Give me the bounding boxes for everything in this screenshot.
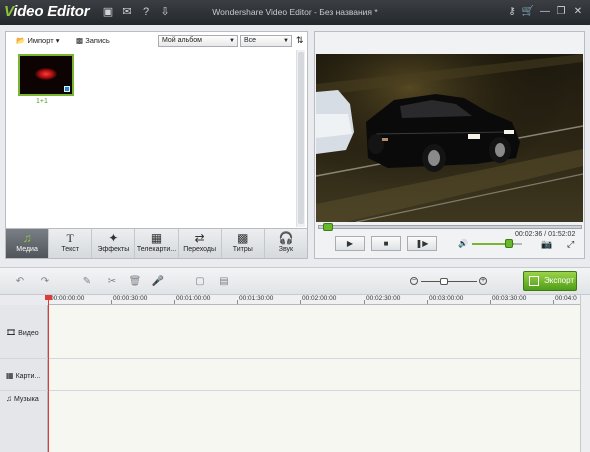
zoom-out-icon[interactable]: − bbox=[410, 277, 418, 285]
scrubber-handle[interactable] bbox=[323, 223, 333, 231]
video-preview[interactable] bbox=[316, 54, 583, 222]
film-icon: 🎞 bbox=[6, 328, 17, 337]
ruler-label: 00:03:30:00 bbox=[492, 295, 527, 302]
ruler-label: 00:00:30:00 bbox=[113, 295, 148, 302]
sort-icon[interactable]: ⇅ bbox=[296, 35, 304, 46]
cart-icon[interactable]: 🛒 bbox=[521, 5, 535, 19]
zoom-in-icon[interactable]: + bbox=[479, 277, 487, 285]
delete-icon[interactable]: 🗑 bbox=[128, 276, 142, 288]
folder-icon: 📂 bbox=[16, 36, 26, 45]
tab-transitions[interactable]: ⇄ Переходы bbox=[179, 229, 222, 258]
ruler-label: 00:02:00:00 bbox=[302, 295, 337, 302]
ruler-label: 00:01:30:00 bbox=[239, 295, 274, 302]
pip-track-icon: ▦ bbox=[6, 371, 14, 380]
video-frame bbox=[316, 54, 583, 222]
titles-icon: ▩ bbox=[237, 231, 249, 245]
ruler-label: 00:02:30:00 bbox=[366, 295, 401, 302]
restore-icon[interactable]: ❐ bbox=[554, 5, 568, 19]
volume-slider[interactable] bbox=[472, 243, 522, 245]
media-scrollbar[interactable] bbox=[296, 50, 305, 227]
snapshot-icon[interactable]: 📷 bbox=[541, 239, 552, 250]
music-icon: ♫ bbox=[6, 394, 12, 403]
cut-icon[interactable]: ✂ bbox=[105, 276, 119, 288]
next-frame-icon: ❚▶ bbox=[415, 239, 429, 248]
timeline-toolbar: ↶ ↷ ✎ ✂ 🗑 🎤 ▢ ▤ − + Экспорт bbox=[0, 267, 590, 295]
pip-icon: ▦ bbox=[150, 231, 163, 245]
import-button[interactable]: 📂 Импорт ▾ bbox=[16, 36, 60, 45]
media-icon: ♫ bbox=[22, 231, 32, 245]
track-header-video[interactable]: 🎞 Видео bbox=[6, 328, 39, 337]
media-library-panel: 📂 Импорт ▾ ▩ Запись Мой альбом ▼ Все ▼ ⇅ 1… bbox=[5, 31, 308, 259]
play-icon: ▶ bbox=[346, 239, 354, 248]
timeline-tracks[interactable] bbox=[48, 305, 580, 452]
media-tabs: ♫ Медиа T Текст ✦ Эффекты ▦ Телекарти...… bbox=[6, 228, 307, 258]
transitions-icon: ⇄ bbox=[194, 231, 205, 245]
tab-text[interactable]: T Текст bbox=[49, 229, 93, 258]
ruler-label: 00:04:0 bbox=[555, 295, 577, 302]
next-frame-button[interactable]: ❚▶ bbox=[407, 236, 437, 251]
playhead-handle[interactable] bbox=[45, 295, 52, 300]
detach-audio-icon[interactable]: ▤ bbox=[217, 276, 231, 288]
undo-icon[interactable]: ↶ bbox=[13, 276, 27, 288]
playhead[interactable] bbox=[48, 295, 49, 452]
timeline-scrollbar[interactable] bbox=[580, 295, 590, 452]
chevron-down-icon: ▼ bbox=[283, 38, 289, 44]
tab-media[interactable]: ♫ Медиа bbox=[6, 229, 50, 258]
filter-select[interactable]: Все ▼ bbox=[240, 35, 292, 47]
text-icon: T bbox=[66, 231, 74, 245]
playback-scrubber[interactable] bbox=[318, 223, 582, 231]
tab-titles[interactable]: ▩ Титры bbox=[222, 229, 265, 258]
title-bar: Video Editor ▣ ✉ ? ⇩ Wondershare Video E… bbox=[0, 0, 590, 25]
album-select[interactable]: Мой альбом ▼ bbox=[158, 35, 238, 47]
fullscreen-icon[interactable]: ⤢ bbox=[567, 239, 574, 250]
timeline-ruler[interactable]: 00:00:00:00 00:00:30:00 00:01:00:00 00:0… bbox=[48, 295, 580, 305]
redo-icon[interactable]: ↷ bbox=[38, 276, 52, 288]
preview-panel: 00:02:36 / 01:52:02 ▶ ■ ❚▶ 🔊 📷 ⤢ bbox=[314, 31, 585, 259]
effects-icon: ✦ bbox=[108, 231, 119, 245]
video-badge-icon bbox=[64, 86, 70, 92]
edit-icon[interactable]: ✎ bbox=[80, 276, 94, 288]
export-button[interactable]: Экспорт bbox=[523, 271, 577, 291]
crop-icon[interactable]: ▢ bbox=[193, 276, 207, 288]
tab-pip[interactable]: ▦ Телекарти... bbox=[135, 229, 179, 258]
stop-button[interactable]: ■ bbox=[371, 236, 401, 251]
media-clip-label: 1+1 bbox=[36, 98, 48, 105]
chevron-down-icon: ▼ bbox=[229, 38, 235, 44]
record-button[interactable]: ▩ Запись bbox=[76, 36, 110, 45]
key-icon[interactable]: ⚷ bbox=[505, 5, 519, 19]
zoom-handle[interactable] bbox=[440, 278, 448, 285]
play-button[interactable]: ▶ bbox=[335, 236, 365, 251]
timecode: 00:02:36 / 01:52:02 bbox=[515, 231, 576, 238]
media-toolbar: 📂 Импорт ▾ ▩ Запись Мой альбом ▼ Все ▼ ⇅ bbox=[6, 32, 307, 50]
track-header-pip[interactable]: ▦ Карти... bbox=[6, 371, 40, 380]
ruler-label: 00:00:00:00 bbox=[50, 295, 85, 302]
stop-icon: ■ bbox=[383, 239, 389, 248]
media-clip-thumbnail[interactable] bbox=[18, 54, 74, 96]
tab-sound[interactable]: 🎧 Звук bbox=[265, 229, 307, 258]
minimize-icon[interactable]: — bbox=[538, 5, 552, 19]
tab-effects[interactable]: ✦ Эффекты bbox=[92, 229, 136, 258]
window-title: Wondershare Video Editor - Без названия … bbox=[212, 7, 378, 17]
track-headers: 🎞 Видео ▦ Карти... ♫ Музыка bbox=[0, 305, 48, 452]
sound-icon: 🎧 bbox=[278, 231, 294, 245]
chevron-down-icon: ▾ bbox=[55, 36, 60, 45]
track-header-music[interactable]: ♫ Музыка bbox=[6, 394, 39, 403]
camera-icon: ▩ bbox=[76, 36, 84, 45]
microphone-icon[interactable]: 🎤 bbox=[151, 276, 165, 288]
zoom-slider[interactable] bbox=[421, 281, 477, 282]
ruler-label: 00:01:00:00 bbox=[176, 295, 211, 302]
close-icon[interactable]: ✕ bbox=[571, 5, 585, 19]
ruler-label: 00:03:00:00 bbox=[429, 295, 464, 302]
volume-icon[interactable]: 🔊 bbox=[458, 239, 468, 248]
volume-handle[interactable] bbox=[505, 239, 513, 248]
export-icon bbox=[529, 276, 539, 286]
